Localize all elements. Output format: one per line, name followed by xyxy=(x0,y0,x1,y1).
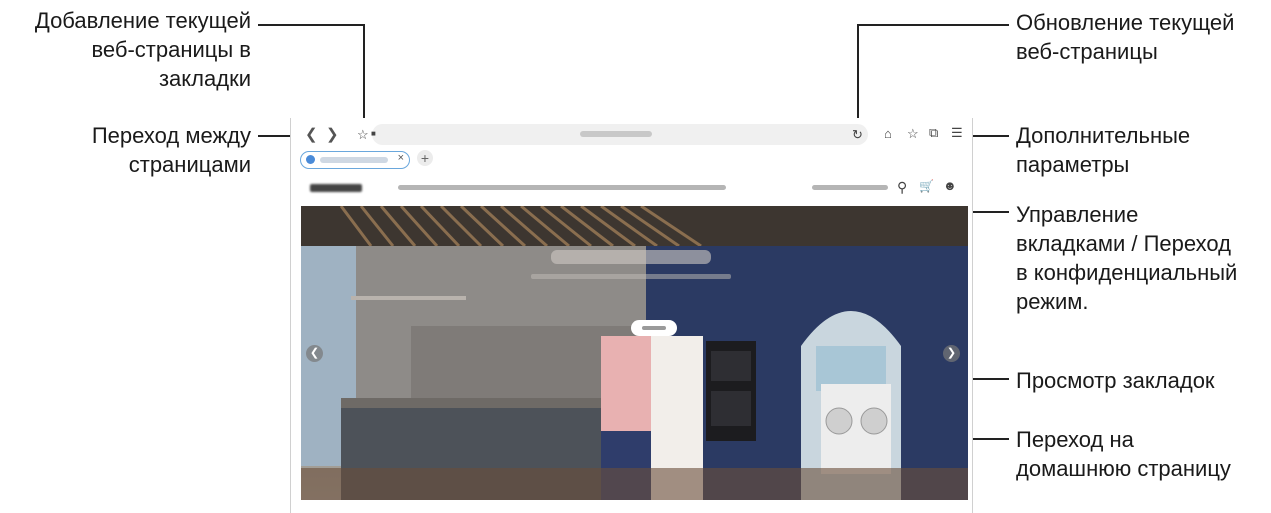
url-text xyxy=(580,131,652,137)
hero-image xyxy=(301,206,968,500)
callout-line xyxy=(857,24,859,124)
callout-line xyxy=(258,24,364,26)
star-icon[interactable]: ☆ xyxy=(357,127,369,143)
label-home: Переход на домашнюю страницу xyxy=(1016,425,1231,483)
label-line: Добавление текущей xyxy=(34,8,251,33)
search-icon[interactable]: ⚲ xyxy=(897,179,907,196)
label-line: в конфиденциальный xyxy=(1016,260,1238,285)
site-nav-account[interactable] xyxy=(812,185,888,190)
new-tab-button[interactable]: + xyxy=(417,150,433,166)
star-icon[interactable]: ☆ xyxy=(907,126,919,142)
chevron-right-icon[interactable]: ❯ xyxy=(326,125,339,143)
close-tab-icon[interactable]: × xyxy=(398,152,404,164)
home-icon[interactable]: ⌂ xyxy=(884,126,892,141)
label-add-bookmark: Добавление текущей веб-страницы в заклад… xyxy=(8,6,251,93)
label-line: домашнюю страницу xyxy=(1016,456,1231,481)
cart-icon[interactable]: 🛒 xyxy=(919,179,934,193)
label-view-bookmarks: Просмотр закладок xyxy=(1016,366,1215,395)
label-line: параметры xyxy=(1016,152,1130,177)
refresh-icon[interactable]: ↻ xyxy=(852,127,863,143)
browser-tab[interactable]: × xyxy=(300,151,410,169)
hero-banner[interactable] xyxy=(301,206,968,500)
label-line: закладки xyxy=(158,66,251,91)
label-tabs-management: Управление вкладками / Переход в конфиде… xyxy=(1016,200,1237,316)
user-icon[interactable]: ☻ xyxy=(943,178,957,193)
favicon xyxy=(306,155,315,164)
label-line: Управление xyxy=(1016,202,1139,227)
label-line: Переход на xyxy=(1016,427,1134,452)
frame-edge xyxy=(290,118,291,513)
site-logo[interactable] xyxy=(310,184,362,192)
site-nav-menu[interactable] xyxy=(398,185,726,190)
label-refresh: Обновление текущей веб-страницы xyxy=(1016,8,1234,66)
label-line: режим. xyxy=(1016,289,1089,314)
label-page-navigation: Переход между страницами xyxy=(40,121,251,179)
tab-title xyxy=(320,157,388,163)
callout-line xyxy=(258,135,294,137)
chevron-left-icon[interactable]: ❮ xyxy=(305,125,318,143)
label-line: Переход между xyxy=(91,123,251,148)
carousel-prev-button[interactable]: ❮ xyxy=(306,345,323,362)
menu-icon[interactable]: ☰ xyxy=(951,125,963,141)
lock-icon: ■ xyxy=(371,129,376,138)
label-line: Дополнительные xyxy=(1016,123,1191,148)
tabs-icon[interactable]: ⧉ xyxy=(929,125,938,141)
label-line: вкладками / Переход xyxy=(1016,231,1231,256)
carousel-next-button[interactable]: ❯ xyxy=(943,345,960,362)
callout-line xyxy=(363,24,365,124)
label-line: веб-страницы в xyxy=(91,37,251,62)
label-line: страницами xyxy=(128,152,251,177)
callout-line xyxy=(857,24,1009,26)
label-line: Обновление текущей xyxy=(1016,10,1235,35)
label-line: Просмотр закладок xyxy=(1016,368,1215,393)
label-line: веб-страницы xyxy=(1016,39,1158,64)
label-more-options: Дополнительные параметры xyxy=(1016,121,1190,179)
frame-edge xyxy=(972,118,973,513)
